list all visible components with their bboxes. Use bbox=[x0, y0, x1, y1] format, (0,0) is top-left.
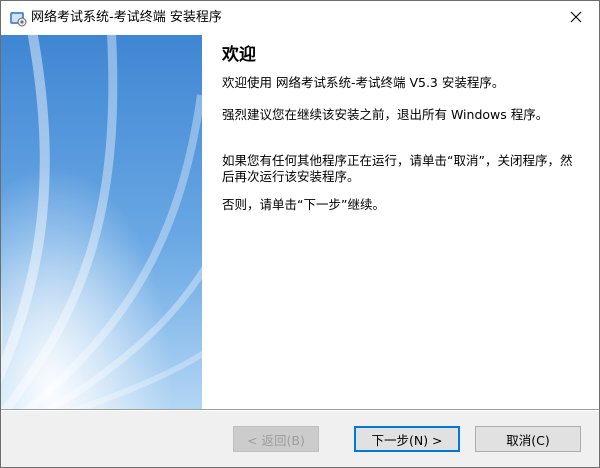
wizard-banner-image bbox=[1, 35, 202, 409]
cancel-instructions: 如果您有任何其他程序正在运行，请单击“取消”，关闭程序，然后再次运行该安装程序。 bbox=[222, 153, 573, 184]
installer-window: 网络考试系统-考试终端 安装程序 欢迎 欢迎使用 网络考试系统-考试终端 V5.… bbox=[0, 0, 600, 468]
title-bar: 网络考试系统-考试终端 安装程序 bbox=[1, 1, 599, 35]
next-instructions: 否则，请单击“下一步”继续。 bbox=[222, 197, 385, 212]
installer-icon bbox=[9, 9, 27, 27]
next-button[interactable]: 下一步(N) > bbox=[354, 426, 460, 452]
divider bbox=[1, 410, 599, 411]
cancel-button[interactable]: 取消(C) bbox=[475, 426, 581, 452]
close-programs-advice: 强烈建议您在继续该安装之前，退出所有 Windows 程序。 bbox=[222, 107, 549, 122]
welcome-text: 欢迎使用 网络考试系统-考试终端 V5.3 安装程序。 bbox=[222, 75, 505, 90]
window-title: 网络考试系统-考试终端 安装程序 bbox=[31, 10, 222, 25]
welcome-content: 欢迎 欢迎使用 网络考试系统-考试终端 V5.3 安装程序。 强烈建议您在继续该… bbox=[202, 35, 599, 409]
close-icon bbox=[570, 11, 582, 23]
close-button[interactable] bbox=[553, 1, 599, 33]
back-button[interactable]: < 返回(B) bbox=[233, 426, 319, 452]
welcome-heading: 欢迎 bbox=[222, 45, 256, 65]
button-bar: < 返回(B) 下一步(N) > 取消(C) bbox=[1, 409, 599, 467]
